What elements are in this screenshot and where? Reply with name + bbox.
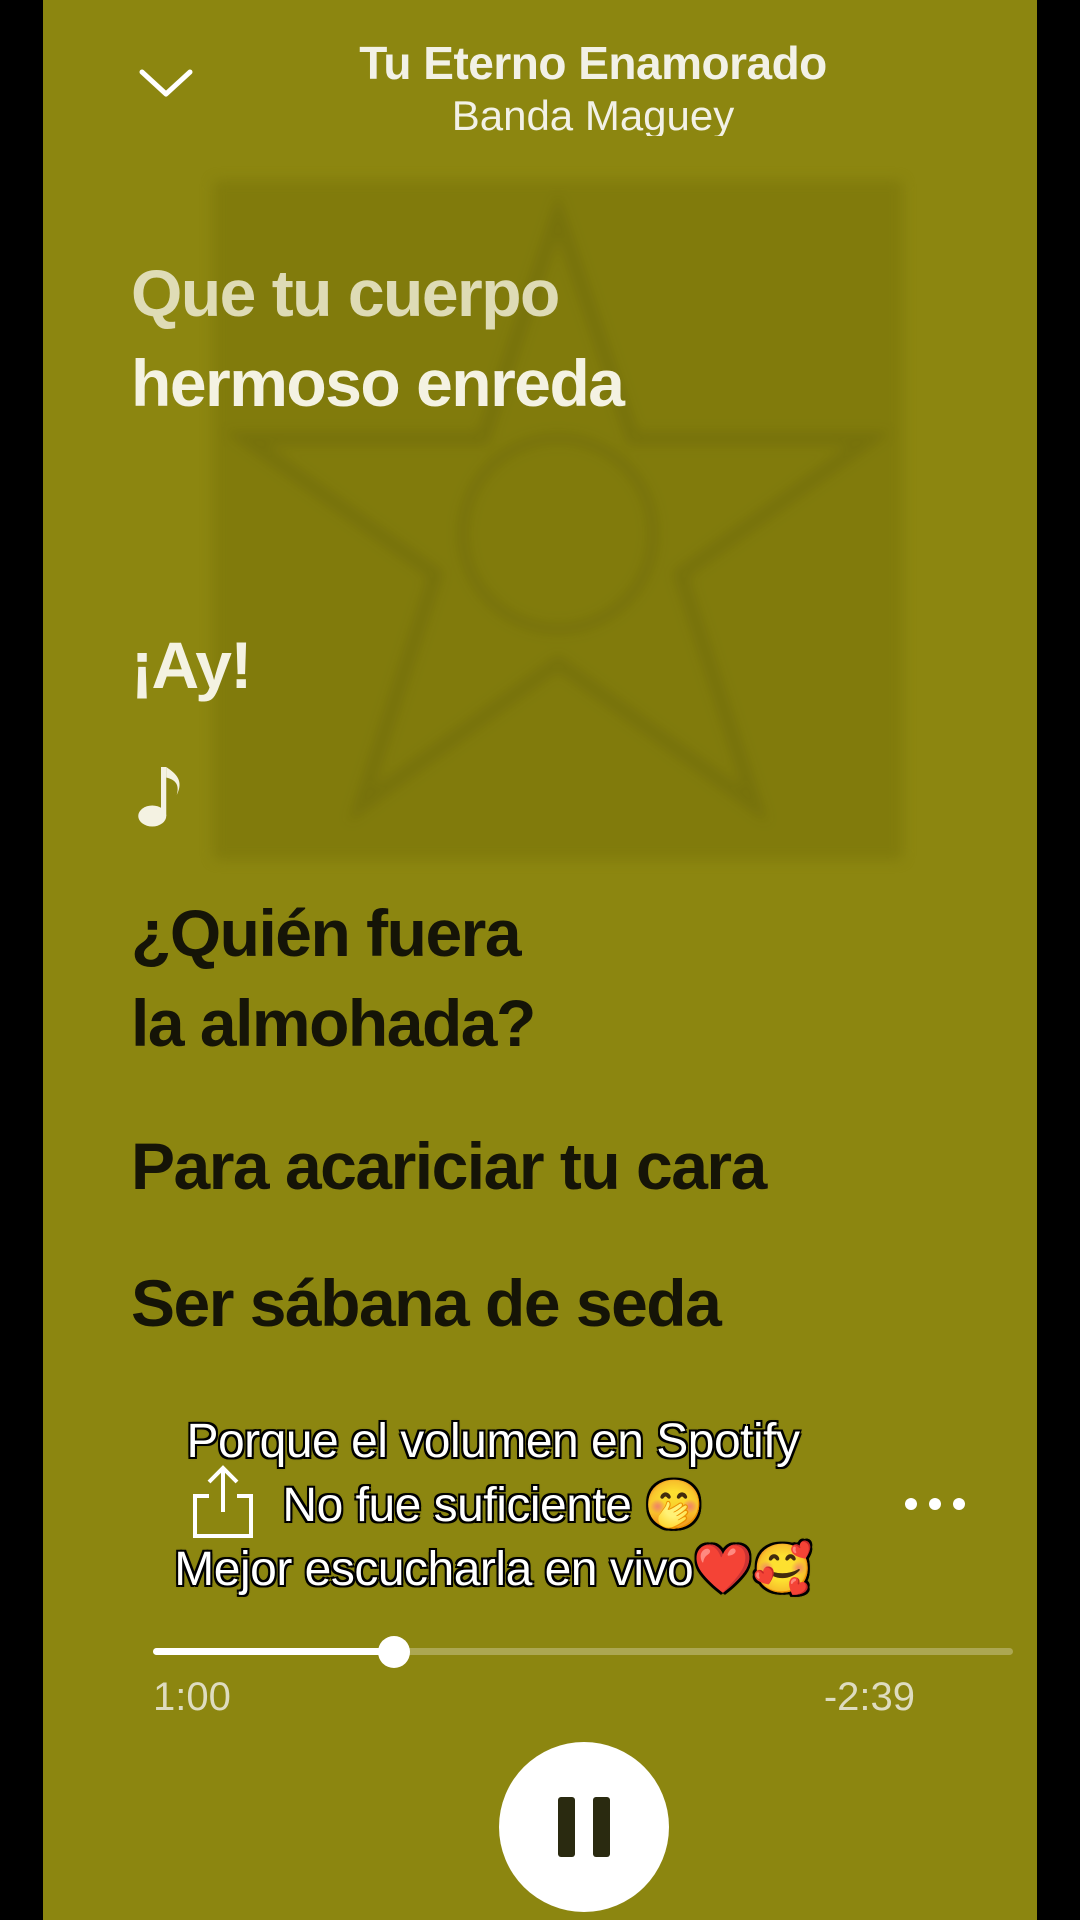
chevron-down-icon (139, 69, 193, 97)
more-options-button[interactable] (905, 1490, 981, 1518)
caption-line: Mejor escucharla en vivo❤️🥰 (174, 1543, 812, 1596)
progress-slider[interactable] (153, 1636, 1013, 1668)
video-caption-overlay: Porque el volumen en Spotify No fue sufi… (43, 1410, 943, 1602)
song-title: Tu Eterno Enamorado (359, 37, 827, 89)
elapsed-time: 1:00 (153, 1675, 231, 1719)
caption-line: No fue suficiente 🤭 (282, 1479, 704, 1532)
caption-line: Porque el volumen en Spotify (186, 1415, 800, 1468)
music-note-icon (138, 767, 180, 827)
collapse-button[interactable] (131, 58, 201, 108)
lyric-line[interactable]: Ser sábana de seda (131, 1265, 722, 1341)
lyrics-screen: Tu Eterno Enamorado Banda Maguey Que tu … (43, 0, 1037, 1920)
lyric-line[interactable]: Que tu cuerpo (131, 255, 560, 331)
lyric-line[interactable]: ¡Ay! (131, 627, 252, 703)
artist-name[interactable]: Banda Maguey (293, 92, 893, 136)
remaining-time: -2:39 (823, 1675, 915, 1719)
pause-button[interactable] (499, 1742, 669, 1912)
lyric-line[interactable]: Para acariciar tu cara (131, 1128, 767, 1204)
pause-icon (558, 1797, 575, 1857)
more-options-icon (905, 1498, 917, 1510)
progress-fill (153, 1648, 394, 1655)
lyric-line[interactable]: hermoso enreda (131, 345, 625, 421)
lyric-line[interactable]: ¿Quién fuera (131, 895, 522, 971)
progress-thumb[interactable] (377, 1636, 410, 1668)
lyric-line[interactable]: la almohada? (131, 985, 536, 1061)
